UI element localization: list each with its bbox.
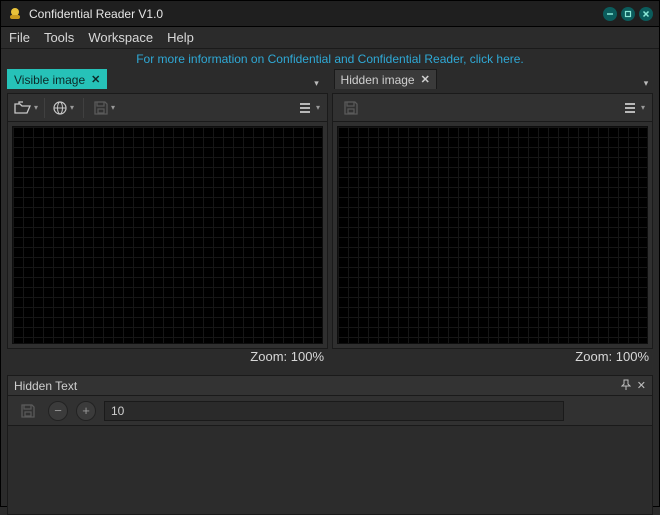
panels-row: ▾ ▾ ▾ bbox=[1, 89, 659, 349]
window-title: Confidential Reader V1.0 bbox=[29, 7, 603, 21]
menu-button[interactable]: ▾ bbox=[297, 97, 321, 119]
hidden-text-body bbox=[8, 426, 652, 514]
tab-hidden-image[interactable]: Hidden image ✕ bbox=[334, 69, 437, 89]
zoom-right: Zoom: 100% bbox=[332, 349, 653, 367]
menu-tools[interactable]: Tools bbox=[44, 30, 74, 45]
titlebar: Confidential Reader V1.0 bbox=[1, 1, 659, 27]
window-controls bbox=[603, 7, 653, 21]
zoom-left: Zoom: 100% bbox=[7, 349, 328, 367]
hidden-text-toolbar: − + bbox=[8, 396, 652, 426]
close-button[interactable] bbox=[639, 7, 653, 21]
dropdown-caret-icon: ▾ bbox=[111, 103, 115, 112]
info-link[interactable]: For more information on Confidential and… bbox=[136, 52, 524, 66]
toolbar-right: ▾ bbox=[333, 94, 652, 122]
app-icon bbox=[7, 6, 23, 22]
minimize-button[interactable] bbox=[603, 7, 617, 21]
image-canvas-left[interactable] bbox=[12, 126, 323, 344]
maximize-button[interactable] bbox=[621, 7, 635, 21]
panel-hidden-text: Hidden Text ✕ − + bbox=[7, 375, 653, 515]
separator bbox=[83, 98, 84, 118]
close-icon[interactable]: ✕ bbox=[91, 73, 100, 86]
menu-help[interactable]: Help bbox=[167, 30, 194, 45]
zoom-row: Zoom: 100% Zoom: 100% bbox=[1, 349, 659, 369]
dropdown-caret-icon: ▾ bbox=[70, 103, 74, 112]
tab-label: Hidden image bbox=[341, 73, 415, 87]
menu-button[interactable]: ▾ bbox=[622, 97, 646, 119]
globe-button[interactable]: ▾ bbox=[51, 97, 75, 119]
tab-overflow-left[interactable]: ▾ bbox=[310, 78, 324, 89]
menu-workspace[interactable]: Workspace bbox=[88, 30, 153, 45]
toolbar-left: ▾ ▾ ▾ bbox=[8, 94, 327, 122]
decrease-button[interactable]: − bbox=[48, 401, 68, 421]
save-button[interactable] bbox=[16, 400, 40, 422]
dropdown-caret-icon: ▾ bbox=[641, 103, 645, 112]
hidden-text-title: Hidden Text bbox=[14, 379, 77, 393]
menubar: File Tools Workspace Help bbox=[1, 27, 659, 49]
tab-overflow-right[interactable]: ▾ bbox=[639, 78, 653, 89]
panel-hidden-image: ▾ bbox=[332, 93, 653, 349]
increase-button[interactable]: + bbox=[76, 401, 96, 421]
hidden-text-header: Hidden Text ✕ bbox=[8, 376, 652, 396]
info-link-row: For more information on Confidential and… bbox=[1, 49, 659, 69]
close-icon[interactable]: ✕ bbox=[637, 379, 646, 392]
panel-visible-image: ▾ ▾ ▾ bbox=[7, 93, 328, 349]
tabstrip: Visible image ✕ ▾ Hidden image ✕ ▾ bbox=[1, 69, 659, 89]
tab-visible-image[interactable]: Visible image ✕ bbox=[7, 69, 107, 89]
pin-icon[interactable] bbox=[621, 379, 631, 392]
image-canvas-right[interactable] bbox=[337, 126, 648, 344]
save-button[interactable] bbox=[339, 97, 363, 119]
open-file-button[interactable]: ▾ bbox=[14, 97, 38, 119]
hidden-text-value-input[interactable] bbox=[104, 401, 564, 421]
dropdown-caret-icon: ▾ bbox=[34, 103, 38, 112]
menu-file[interactable]: File bbox=[9, 30, 30, 45]
close-icon[interactable]: ✕ bbox=[421, 73, 430, 86]
separator bbox=[44, 98, 45, 118]
save-button[interactable]: ▾ bbox=[92, 97, 116, 119]
dropdown-caret-icon: ▾ bbox=[316, 103, 320, 112]
tab-label: Visible image bbox=[14, 73, 85, 87]
